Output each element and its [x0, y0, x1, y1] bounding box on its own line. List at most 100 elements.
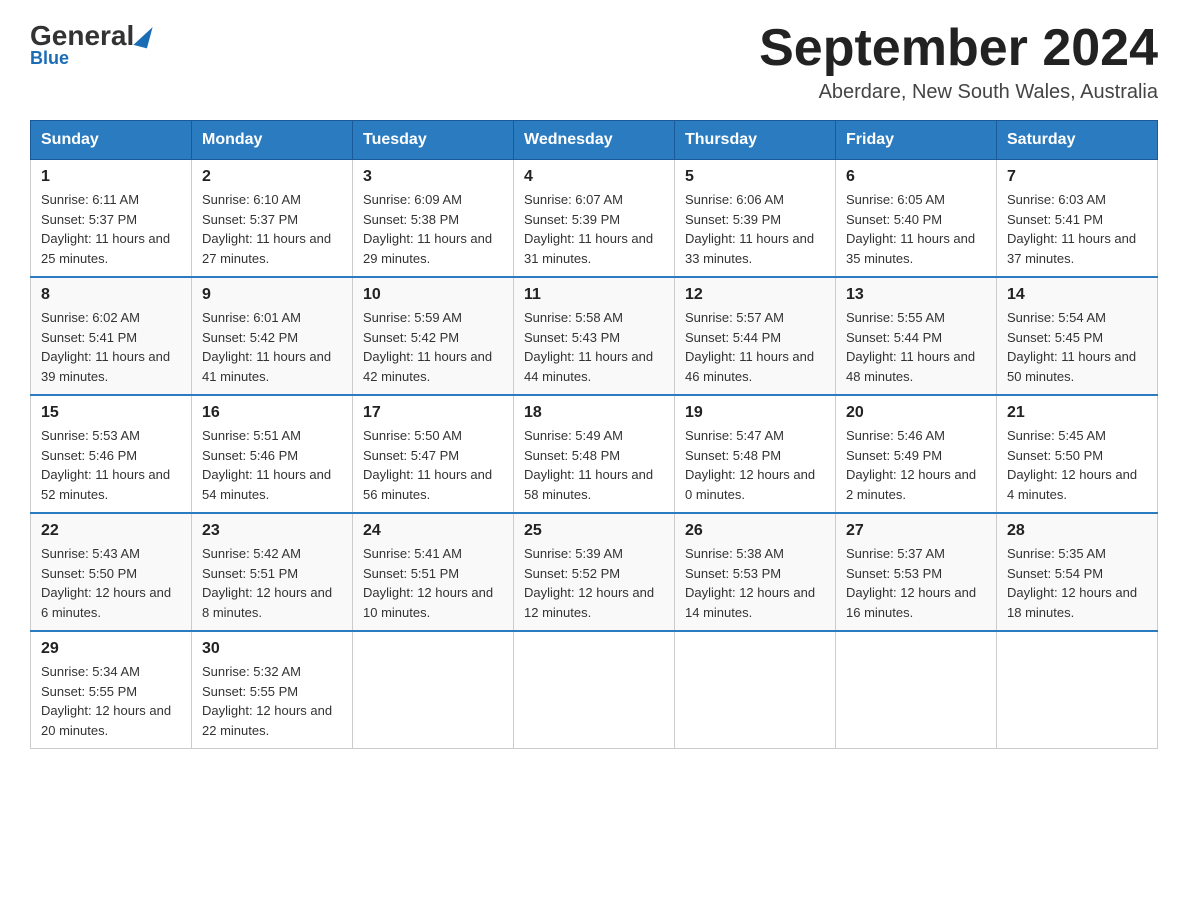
calendar-cell: 20 Sunrise: 5:46 AMSunset: 5:49 PMDayligh…	[836, 395, 997, 513]
day-number: 26	[685, 522, 825, 540]
day-info: Sunrise: 5:35 AMSunset: 5:54 PMDaylight:…	[1007, 544, 1147, 622]
day-number: 25	[524, 522, 664, 540]
day-info: Sunrise: 5:41 AMSunset: 5:51 PMDaylight:…	[363, 544, 503, 622]
day-number: 28	[1007, 522, 1147, 540]
day-number: 3	[363, 168, 503, 186]
calendar-header-row: SundayMondayTuesdayWednesdayThursdayFrid…	[31, 121, 1158, 160]
calendar-cell: 5 Sunrise: 6:06 AMSunset: 5:39 PMDaylight…	[675, 160, 836, 278]
calendar-cell	[997, 631, 1158, 749]
day-info: Sunrise: 5:37 AMSunset: 5:53 PMDaylight:…	[846, 544, 986, 622]
calendar-cell: 7 Sunrise: 6:03 AMSunset: 5:41 PMDaylight…	[997, 160, 1158, 278]
day-number: 15	[41, 404, 181, 422]
col-header-wednesday: Wednesday	[514, 121, 675, 160]
calendar-cell: 16 Sunrise: 5:51 AMSunset: 5:46 PMDayligh…	[192, 395, 353, 513]
logo: General Blue	[30, 20, 150, 69]
day-number: 7	[1007, 168, 1147, 186]
col-header-thursday: Thursday	[675, 121, 836, 160]
day-number: 29	[41, 640, 181, 658]
day-number: 24	[363, 522, 503, 540]
day-number: 22	[41, 522, 181, 540]
day-info: Sunrise: 5:32 AMSunset: 5:55 PMDaylight:…	[202, 662, 342, 740]
day-info: Sunrise: 5:42 AMSunset: 5:51 PMDaylight:…	[202, 544, 342, 622]
month-title: September 2024	[759, 20, 1158, 77]
day-info: Sunrise: 6:03 AMSunset: 5:41 PMDaylight:…	[1007, 190, 1147, 268]
day-number: 5	[685, 168, 825, 186]
col-header-monday: Monday	[192, 121, 353, 160]
day-info: Sunrise: 6:02 AMSunset: 5:41 PMDaylight:…	[41, 308, 181, 386]
day-number: 20	[846, 404, 986, 422]
day-number: 2	[202, 168, 342, 186]
day-info: Sunrise: 6:09 AMSunset: 5:38 PMDaylight:…	[363, 190, 503, 268]
day-info: Sunrise: 6:01 AMSunset: 5:42 PMDaylight:…	[202, 308, 342, 386]
col-header-saturday: Saturday	[997, 121, 1158, 160]
calendar-cell: 22 Sunrise: 5:43 AMSunset: 5:50 PMDayligh…	[31, 513, 192, 631]
day-info: Sunrise: 5:51 AMSunset: 5:46 PMDaylight:…	[202, 426, 342, 504]
day-number: 16	[202, 404, 342, 422]
calendar-cell: 3 Sunrise: 6:09 AMSunset: 5:38 PMDaylight…	[353, 160, 514, 278]
day-number: 30	[202, 640, 342, 658]
day-info: Sunrise: 5:54 AMSunset: 5:45 PMDaylight:…	[1007, 308, 1147, 386]
calendar-cell: 6 Sunrise: 6:05 AMSunset: 5:40 PMDaylight…	[836, 160, 997, 278]
day-number: 1	[41, 168, 181, 186]
calendar-cell: 14Sunrise: 5:54 AMSunset: 5:45 PMDayligh…	[997, 277, 1158, 395]
calendar-cell	[675, 631, 836, 749]
day-number: 4	[524, 168, 664, 186]
calendar-cell: 15 Sunrise: 5:53 AMSunset: 5:46 PMDayligh…	[31, 395, 192, 513]
day-info: Sunrise: 5:58 AMSunset: 5:43 PMDaylight:…	[524, 308, 664, 386]
calendar-cell: 8Sunrise: 6:02 AMSunset: 5:41 PMDaylight…	[31, 277, 192, 395]
calendar-cell: 19 Sunrise: 5:47 AMSunset: 5:48 PMDayligh…	[675, 395, 836, 513]
day-info: Sunrise: 6:05 AMSunset: 5:40 PMDaylight:…	[846, 190, 986, 268]
day-number: 27	[846, 522, 986, 540]
day-info: Sunrise: 5:57 AMSunset: 5:44 PMDaylight:…	[685, 308, 825, 386]
day-info: Sunrise: 6:06 AMSunset: 5:39 PMDaylight:…	[685, 190, 825, 268]
title-area: September 2024 Aberdare, New South Wales…	[759, 20, 1158, 104]
calendar-cell	[353, 631, 514, 749]
day-info: Sunrise: 5:38 AMSunset: 5:53 PMDaylight:…	[685, 544, 825, 622]
calendar-cell: 27 Sunrise: 5:37 AMSunset: 5:53 PMDayligh…	[836, 513, 997, 631]
week-row-3: 15 Sunrise: 5:53 AMSunset: 5:46 PMDayligh…	[31, 395, 1158, 513]
week-row-4: 22 Sunrise: 5:43 AMSunset: 5:50 PMDayligh…	[31, 513, 1158, 631]
day-info: Sunrise: 5:46 AMSunset: 5:49 PMDaylight:…	[846, 426, 986, 504]
day-info: Sunrise: 5:53 AMSunset: 5:46 PMDaylight:…	[41, 426, 181, 504]
calendar-cell: 21Sunrise: 5:45 AMSunset: 5:50 PMDayligh…	[997, 395, 1158, 513]
day-info: Sunrise: 5:43 AMSunset: 5:50 PMDaylight:…	[41, 544, 181, 622]
day-number: 9	[202, 286, 342, 304]
calendar-cell: 12 Sunrise: 5:57 AMSunset: 5:44 PMDayligh…	[675, 277, 836, 395]
day-number: 10	[363, 286, 503, 304]
week-row-2: 8Sunrise: 6:02 AMSunset: 5:41 PMDaylight…	[31, 277, 1158, 395]
calendar-cell: 4 Sunrise: 6:07 AMSunset: 5:39 PMDaylight…	[514, 160, 675, 278]
day-info: Sunrise: 5:39 AMSunset: 5:52 PMDaylight:…	[524, 544, 664, 622]
day-number: 11	[524, 286, 664, 304]
calendar-cell	[514, 631, 675, 749]
day-info: Sunrise: 5:55 AMSunset: 5:44 PMDaylight:…	[846, 308, 986, 386]
calendar-cell: 24 Sunrise: 5:41 AMSunset: 5:51 PMDayligh…	[353, 513, 514, 631]
day-number: 21	[1007, 404, 1147, 422]
day-number: 6	[846, 168, 986, 186]
day-info: Sunrise: 5:50 AMSunset: 5:47 PMDaylight:…	[363, 426, 503, 504]
day-info: Sunrise: 5:47 AMSunset: 5:48 PMDaylight:…	[685, 426, 825, 504]
page-header: General Blue September 2024 Aberdare, Ne…	[30, 20, 1158, 104]
day-info: Sunrise: 6:10 AMSunset: 5:37 PMDaylight:…	[202, 190, 342, 268]
day-info: Sunrise: 6:11 AMSunset: 5:37 PMDaylight:…	[41, 190, 181, 268]
day-info: Sunrise: 5:34 AMSunset: 5:55 PMDaylight:…	[41, 662, 181, 740]
day-info: Sunrise: 6:07 AMSunset: 5:39 PMDaylight:…	[524, 190, 664, 268]
day-number: 23	[202, 522, 342, 540]
day-number: 17	[363, 404, 503, 422]
logo-triangle-icon	[134, 24, 153, 49]
calendar-table: SundayMondayTuesdayWednesdayThursdayFrid…	[30, 120, 1158, 749]
calendar-cell: 29 Sunrise: 5:34 AMSunset: 5:55 PMDayligh…	[31, 631, 192, 749]
calendar-cell: 11 Sunrise: 5:58 AMSunset: 5:43 PMDayligh…	[514, 277, 675, 395]
calendar-cell: 17 Sunrise: 5:50 AMSunset: 5:47 PMDayligh…	[353, 395, 514, 513]
calendar-cell: 9 Sunrise: 6:01 AMSunset: 5:42 PMDaylight…	[192, 277, 353, 395]
day-number: 12	[685, 286, 825, 304]
location-text: Aberdare, New South Wales, Australia	[759, 81, 1158, 104]
calendar-cell: 25 Sunrise: 5:39 AMSunset: 5:52 PMDayligh…	[514, 513, 675, 631]
day-number: 13	[846, 286, 986, 304]
calendar-cell: 30 Sunrise: 5:32 AMSunset: 5:55 PMDayligh…	[192, 631, 353, 749]
day-info: Sunrise: 5:49 AMSunset: 5:48 PMDaylight:…	[524, 426, 664, 504]
day-number: 18	[524, 404, 664, 422]
day-number: 19	[685, 404, 825, 422]
calendar-cell: 13 Sunrise: 5:55 AMSunset: 5:44 PMDayligh…	[836, 277, 997, 395]
calendar-cell: 2 Sunrise: 6:10 AMSunset: 5:37 PMDaylight…	[192, 160, 353, 278]
calendar-cell: 1 Sunrise: 6:11 AMSunset: 5:37 PMDaylight…	[31, 160, 192, 278]
